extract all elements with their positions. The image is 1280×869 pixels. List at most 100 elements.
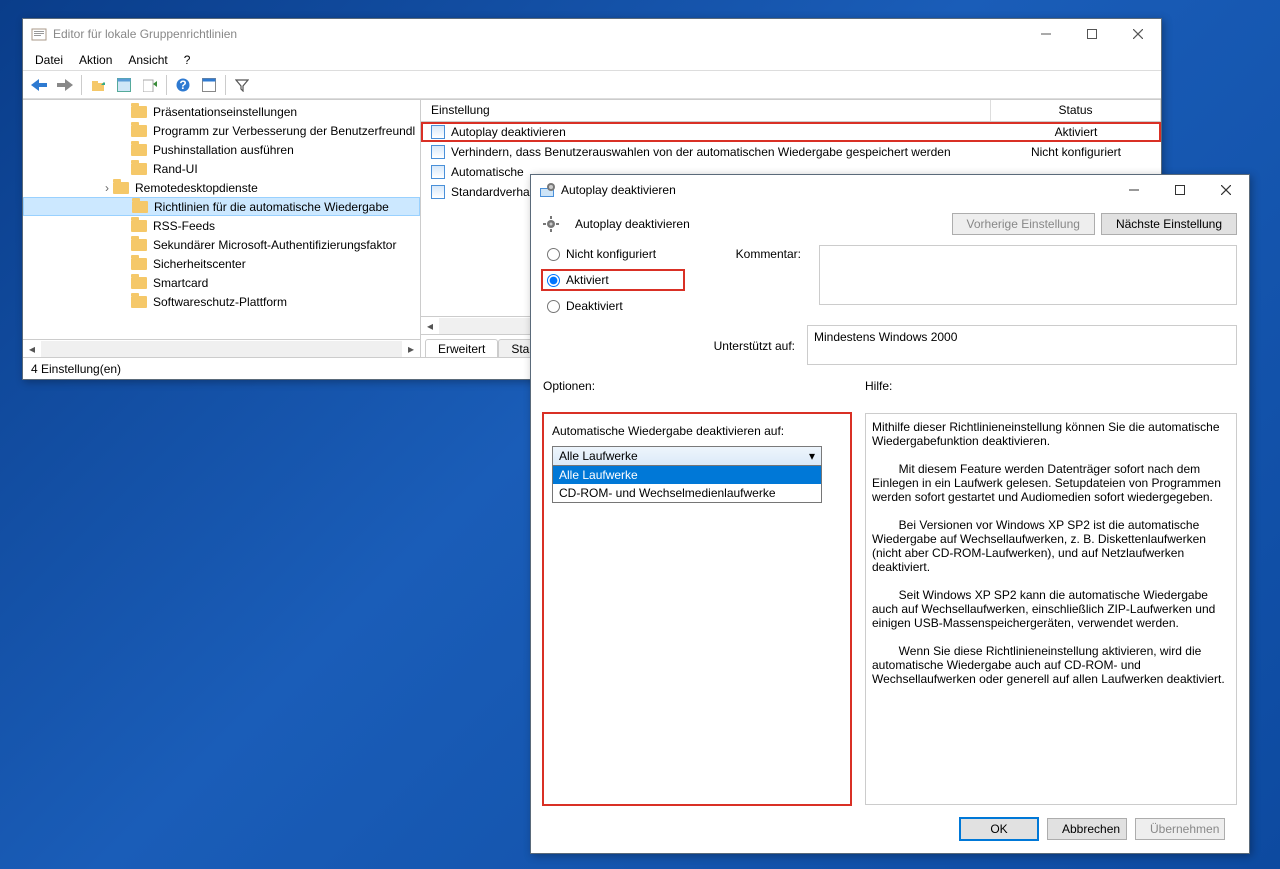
setting-name: Automatische	[451, 165, 524, 179]
setting-icon	[431, 125, 445, 139]
gpedit-toolbar: ?	[23, 71, 1161, 99]
up-icon[interactable]	[86, 73, 110, 97]
supported-value-box: Mindestens Windows 2000	[807, 325, 1237, 365]
drop-item-all[interactable]: Alle Laufwerke	[553, 466, 821, 484]
tree-item[interactable]: Sicherheitscenter	[23, 254, 420, 273]
minimize-button[interactable]	[1023, 19, 1069, 49]
tree-item-label: Sekundärer Microsoft-Authentifizierungsf…	[153, 238, 396, 252]
folder-icon	[131, 258, 147, 270]
export-icon[interactable]	[138, 73, 162, 97]
dlg-maximize-button[interactable]	[1157, 175, 1203, 205]
setting-status: Nicht konfiguriert	[991, 145, 1161, 159]
tree-item[interactable]: Pushinstallation ausführen	[23, 140, 420, 159]
folder-icon	[131, 106, 147, 118]
dialog-body: Autoplay deaktivieren Vorherige Einstell…	[531, 205, 1249, 853]
drive-select[interactable]: Alle Laufwerke ▾	[552, 446, 822, 466]
policy-icon	[539, 182, 555, 198]
maximize-button[interactable]	[1069, 19, 1115, 49]
menu-file[interactable]: Datei	[27, 51, 71, 69]
gpedit-title: Editor für lokale Gruppenrichtlinien	[53, 27, 1023, 41]
tree-item[interactable]: RSS-Feeds	[23, 216, 420, 235]
setting-name: Autoplay deaktivieren	[451, 125, 566, 139]
scroll-right-icon[interactable]: ▸	[402, 341, 420, 357]
cancel-button[interactable]: Abbrechen	[1047, 818, 1127, 840]
next-setting-button[interactable]: Nächste Einstellung	[1101, 213, 1237, 235]
tree-item[interactable]: Smartcard	[23, 273, 420, 292]
folder-icon	[131, 296, 147, 308]
tree-item-label: Remotedesktopdienste	[135, 181, 258, 195]
scroll-left-icon[interactable]: ◂	[23, 341, 41, 357]
tree-item[interactable]: Richtlinien für die automatische Wiederg…	[23, 197, 420, 216]
svg-text:?: ?	[179, 78, 186, 92]
tree-item[interactable]: Rand-UI	[23, 159, 420, 178]
back-button[interactable]	[27, 73, 51, 97]
menu-view[interactable]: Ansicht	[120, 51, 175, 69]
col-status[interactable]: Status	[991, 100, 1161, 121]
supported-label: Unterstützt auf:	[695, 337, 795, 353]
chevron-down-icon: ▾	[809, 449, 815, 463]
folder-icon	[131, 220, 147, 232]
app-icon	[31, 26, 47, 42]
menu-help[interactable]: ?	[176, 51, 199, 69]
setting-name: Standardverha	[451, 185, 530, 199]
gpedit-titlebar[interactable]: Editor für lokale Gruppenrichtlinien	[23, 19, 1161, 49]
properties-icon[interactable]	[197, 73, 221, 97]
help-icon[interactable]: ?	[171, 73, 195, 97]
dlg-close-button[interactable]	[1203, 175, 1249, 205]
radio-enabled[interactable]: Aktiviert	[543, 271, 683, 289]
drop-item-cdrom[interactable]: CD-ROM- und Wechselmedienlaufwerke	[553, 484, 821, 502]
dialog-heading: Autoplay deaktivieren	[575, 217, 936, 231]
help-text-box[interactable]: Mithilfe dieser Richtlinieneinstellung k…	[865, 413, 1237, 805]
options-box: Automatische Wiedergabe deaktivieren auf…	[543, 413, 851, 805]
folder-icon	[131, 125, 147, 137]
expand-chevron-icon[interactable]: ›	[101, 181, 113, 195]
show-hide-icon[interactable]	[112, 73, 136, 97]
setting-name: Verhindern, dass Benutzerauswahlen von d…	[451, 145, 951, 159]
folder-icon	[131, 144, 147, 156]
prev-setting-button: Vorherige Einstellung	[952, 213, 1095, 235]
options-prompt: Automatische Wiedergabe deaktivieren auf…	[552, 424, 842, 438]
tree-pane: Präsentationseinstellungen Programm zur V…	[23, 100, 421, 357]
folder-icon	[131, 163, 147, 175]
tree-item[interactable]: Präsentationseinstellungen	[23, 102, 420, 121]
filter-icon[interactable]	[230, 73, 254, 97]
tree-item[interactable]: Programm zur Verbesserung der Benutzerfr…	[23, 121, 420, 140]
forward-button[interactable]	[53, 73, 77, 97]
folder-icon	[132, 201, 148, 213]
setting-icon	[431, 165, 445, 179]
tree-hscroll[interactable]: ◂ ▸	[23, 339, 420, 357]
comment-input[interactable]	[819, 245, 1237, 305]
tree-item[interactable]: Softwareschutz-Plattform	[23, 292, 420, 311]
tree-item-label: Smartcard	[153, 276, 208, 290]
policy-dialog: Autoplay deaktivieren Autoplay deaktivie…	[530, 174, 1250, 854]
setting-status: Aktiviert	[991, 125, 1161, 139]
tree-item-label: Richtlinien für die automatische Wiederg…	[154, 200, 389, 214]
menu-action[interactable]: Aktion	[71, 51, 120, 69]
supported-value: Mindestens Windows 2000	[814, 330, 957, 344]
tree-item-label: Softwareschutz-Plattform	[153, 295, 287, 309]
scroll-left-icon[interactable]: ◂	[421, 318, 439, 334]
radio-not-configured[interactable]: Nicht konfiguriert	[543, 245, 683, 263]
close-button[interactable]	[1115, 19, 1161, 49]
drive-dropdown[interactable]: Alle Laufwerke CD-ROM- und Wechselmedien…	[552, 465, 822, 503]
tree-item-label: Präsentationseinstellungen	[153, 105, 297, 119]
list-row[interactable]: Autoplay deaktivieren Aktiviert	[421, 122, 1161, 142]
tree-item-label: RSS-Feeds	[153, 219, 215, 233]
tree-item[interactable]: › Remotedesktopdienste	[23, 178, 420, 197]
col-setting[interactable]: Einstellung	[421, 100, 991, 121]
dialog-title: Autoplay deaktivieren	[561, 183, 1111, 197]
options-label: Optionen:	[543, 379, 851, 397]
dialog-titlebar[interactable]: Autoplay deaktivieren	[531, 175, 1249, 205]
tree[interactable]: Präsentationseinstellungen Programm zur V…	[23, 100, 420, 339]
setting-icon	[431, 185, 445, 199]
list-row[interactable]: Verhindern, dass Benutzerauswahlen von d…	[421, 142, 1161, 162]
gpedit-menubar: Datei Aktion Ansicht ?	[23, 49, 1161, 71]
status-text: 4 Einstellung(en)	[31, 362, 121, 376]
tree-item[interactable]: Sekundärer Microsoft-Authentifizierungsf…	[23, 235, 420, 254]
ok-button[interactable]: OK	[959, 817, 1039, 841]
radio-disabled[interactable]: Deaktiviert	[543, 297, 683, 315]
tab-extended[interactable]: Erweitert	[425, 339, 498, 358]
dlg-minimize-button[interactable]	[1111, 175, 1157, 205]
comment-label: Kommentar:	[701, 245, 801, 261]
setting-icon	[431, 145, 445, 159]
